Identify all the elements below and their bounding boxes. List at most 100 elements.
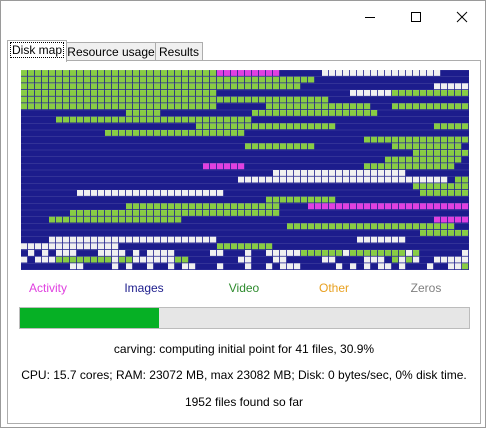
disk-map-cell [231,210,238,216]
disk-map-cell [70,116,77,123]
disk-map-cell [329,170,336,176]
disk-map-cell [98,83,105,90]
disk-map-cell [294,96,301,103]
disk-map-cell [119,216,126,223]
disk-map-cell [49,216,56,223]
disk-map-cell [77,103,84,110]
disk-map-cell [175,130,182,136]
disk-map-cell [385,250,392,256]
disk-map-cell [434,143,441,150]
disk-map-cell [84,236,91,243]
disk-map-cell [413,176,420,183]
disk-map-cell [63,96,70,103]
disk-map-cell [406,163,413,170]
disk-map-cell [224,76,231,83]
disk-map-cell [399,136,406,143]
disk-map-cell [280,256,287,263]
disk-map-cell [259,83,266,90]
disk-map-cell [455,176,462,183]
disk-map-cell [406,136,413,143]
disk-map-cell [364,103,371,110]
disk-map-cell [329,103,336,110]
disk-map-cell [420,150,427,156]
disk-map-cell [441,230,448,236]
tab-disk-map[interactable]: Disk map [7,40,67,62]
disk-map-cell [70,76,77,83]
disk-map-cell [280,250,287,256]
disk-map-cell [266,103,273,110]
disk-map-cell [126,263,133,270]
disk-map-cell [287,123,294,130]
disk-map-cell [91,83,98,90]
disk-map-cell [105,236,112,243]
disk-map-cell [245,96,252,103]
disk-map-cell [448,163,455,170]
disk-map-cell [392,70,399,76]
carving-status: carving: computing initial point for 41 … [113,342,375,356]
maximize-button[interactable] [393,1,439,33]
disk-map-cell [84,70,91,76]
disk-map-cell [112,250,119,256]
disk-map-cell [294,250,301,256]
disk-map-cell [336,250,343,256]
disk-map-cell [455,90,462,96]
tab-results[interactable]: Results [155,42,203,61]
disk-map-cell [84,116,91,123]
disk-map-cell [301,176,308,183]
disk-map-cell [434,156,441,163]
files-found-status: 1952 files found so far [184,395,304,409]
disk-map-cell [133,203,140,210]
disk-map-cell [154,76,161,83]
disk-map-cell [427,263,434,270]
close-button[interactable] [439,1,485,33]
disk-map-cell [77,210,84,216]
disk-map-cell [175,216,182,223]
disk-map-cell [217,163,224,170]
disk-map-cell [455,136,462,143]
disk-map-cell [196,103,203,110]
disk-map-cell [350,70,357,76]
disk-map-cell [245,70,252,76]
disk-map-cell [119,236,126,243]
disk-map-cell [301,223,308,230]
disk-map-cell [168,83,175,90]
disk-map-cell [140,130,147,136]
disk-map-cell [133,130,140,136]
disk-map-cell [392,156,399,163]
disk-map-cell [266,96,273,103]
disk-map-cell [273,210,280,216]
disk-map-cell [154,96,161,103]
disk-map-cell [441,143,448,150]
disk-map-cell [175,76,182,83]
disk-map-cell [259,123,266,130]
disk-map-cell [385,136,392,143]
disk-map-cell [357,176,364,183]
disk-map-cell [77,116,84,123]
disk-map-cell [448,156,455,163]
disk-map-cell [434,203,441,210]
disk-map-cell [301,123,308,130]
disk-map-cell [273,256,280,263]
disk-map-cell [105,256,112,263]
disk-map-cell [147,116,154,123]
disk-map-cell [175,83,182,90]
disk-map-cell [84,190,91,196]
disk-map-cell [273,70,280,76]
disk-map-cell [427,150,434,156]
minimize-button[interactable] [347,1,393,33]
disk-map-cell [294,263,301,270]
disk-map-cell [63,216,70,223]
disk-map-cell [462,256,469,263]
disk-map-cell [28,103,35,110]
disk-map-cell [413,256,420,263]
tab-resource-usage[interactable]: Resource usage [65,42,157,61]
disk-map-cell [266,203,273,210]
disk-map-cell [63,90,70,96]
disk-map-cell [70,216,77,223]
disk-map-cell [287,170,294,176]
disk-map-cell [378,236,385,243]
disk-map-cell [308,123,315,130]
disk-map-cell [399,70,406,76]
disk-map-cell [371,136,378,143]
disk-map-cell [126,216,133,223]
